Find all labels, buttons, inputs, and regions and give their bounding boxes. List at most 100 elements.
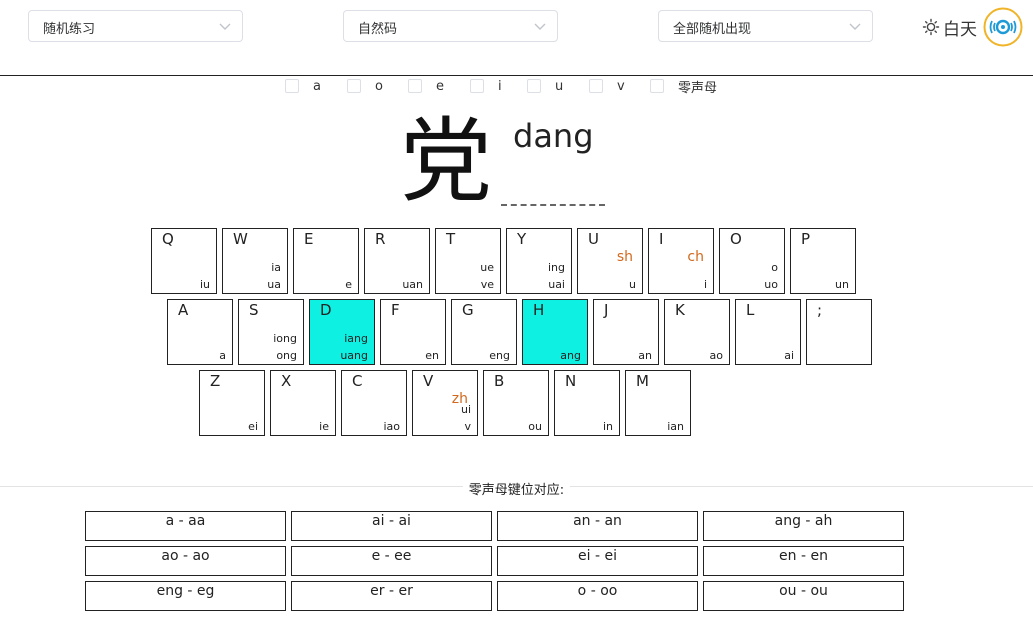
key-g[interactable]: Geng <box>451 299 517 365</box>
filter-zero-initial[interactable]: 零声母 <box>650 78 717 96</box>
key-s[interactable]: Siong ong <box>238 299 304 365</box>
mode-select-value: 随机练习 <box>43 22 96 37</box>
key-semicolon[interactable]: ; <box>806 299 872 365</box>
chevron-down-icon <box>219 23 231 30</box>
key-yun2-label: ou <box>528 420 542 433</box>
key-letter-label: E <box>304 230 314 248</box>
key-k[interactable]: Kao <box>664 299 730 365</box>
key-letter-label: K <box>675 301 685 319</box>
filter-v[interactable]: v <box>589 78 625 94</box>
mode-select[interactable]: 随机练习 <box>28 10 243 42</box>
key-j[interactable]: Jan <box>593 299 659 365</box>
key-yun2-label: uan <box>402 278 423 291</box>
range-select[interactable]: 全部随机出现 <box>658 10 873 42</box>
checkbox[interactable] <box>285 79 299 93</box>
filter-o[interactable]: o <box>347 78 383 94</box>
key-yun2-label: eng <box>489 349 510 362</box>
key-shengmu-label: sh <box>616 249 633 265</box>
key-d[interactable]: Diang uang <box>309 299 375 365</box>
key-letter-label: A <box>178 301 189 319</box>
key-i[interactable]: Ich i <box>648 228 714 294</box>
scheme-select[interactable]: 自然码 <box>343 10 558 42</box>
key-m[interactable]: Mian <box>625 370 691 436</box>
theme-label: 白天 <box>943 19 977 40</box>
key-z[interactable]: Zei <box>199 370 265 436</box>
key-p[interactable]: Pun <box>790 228 856 294</box>
filter-i[interactable]: i <box>470 78 502 94</box>
zero-initial-pair: ang - ah <box>703 511 904 541</box>
key-h[interactable]: Hang <box>522 299 588 365</box>
key-yun2-label: iu <box>199 278 210 291</box>
key-yun2-label: e <box>345 278 352 291</box>
key-letter-label: O <box>730 230 742 248</box>
key-yun1-label: ue <box>480 261 494 274</box>
zero-initial-pair: eng - eg <box>85 581 286 611</box>
key-n[interactable]: Nin <box>554 370 620 436</box>
key-yun2-label: ang <box>560 349 581 362</box>
key-letter-label: G <box>462 301 474 319</box>
key-yun1-label: iang <box>344 332 368 345</box>
key-yun1-label: ing <box>547 261 565 274</box>
key-u[interactable]: Ush u <box>577 228 643 294</box>
key-letter-label: B <box>494 372 505 390</box>
key-letter-label: X <box>281 372 292 390</box>
key-w[interactable]: Wia ua <box>222 228 288 294</box>
answer-input[interactable] <box>501 188 605 206</box>
zero-initial-pair: ei - ei <box>497 546 698 576</box>
key-yun1-label: iong <box>273 332 297 345</box>
filter-e[interactable]: e <box>408 78 444 94</box>
key-letter-label: C <box>352 372 363 390</box>
key-f[interactable]: Fen <box>380 299 446 365</box>
key-letter-label: V <box>423 372 434 390</box>
key-c[interactable]: Ciao <box>341 370 407 436</box>
checkbox[interactable] <box>408 79 422 93</box>
key-letter-label: T <box>446 230 456 248</box>
key-a[interactable]: Aa <box>167 299 233 365</box>
key-yun1-label: o <box>771 261 778 274</box>
key-yun2-label: un <box>835 278 849 291</box>
filter-u[interactable]: u <box>527 78 563 94</box>
key-yun2-label: i <box>703 278 707 291</box>
key-letter-label: S <box>249 301 259 319</box>
key-q[interactable]: Qiu <box>151 228 217 294</box>
key-x[interactable]: Xie <box>270 370 336 436</box>
key-b[interactable]: Bou <box>483 370 549 436</box>
zero-initial-title: 零声母键位对应: <box>462 483 571 498</box>
zero-initial-pair: er - er <box>291 581 492 611</box>
key-yun2-label: iao <box>383 420 400 433</box>
key-yun2-label: uai <box>548 278 565 291</box>
vowel-filter-group: a o e i u v 零声母 <box>0 78 1033 96</box>
zero-initial-pair: o - oo <box>497 581 698 611</box>
key-yun2-label: uang <box>340 349 368 362</box>
key-yun2-label: ie <box>319 420 329 433</box>
key-e[interactable]: Ee <box>293 228 359 294</box>
zero-initial-pair: ou - ou <box>703 581 904 611</box>
theme-toggle[interactable]: 白天 <box>922 15 977 40</box>
header-divider <box>0 75 1033 76</box>
key-letter-label: L <box>746 301 755 319</box>
zero-initial-pair: e - ee <box>291 546 492 576</box>
key-y[interactable]: Ying uai <box>506 228 572 294</box>
checkbox[interactable] <box>470 79 484 93</box>
key-t[interactable]: Tue ve <box>435 228 501 294</box>
key-l[interactable]: Lai <box>735 299 801 365</box>
key-r[interactable]: Ruan <box>364 228 430 294</box>
key-letter-label: U <box>588 230 599 248</box>
scheme-select-value: 自然码 <box>358 22 398 37</box>
checkbox[interactable] <box>650 79 664 93</box>
zero-initial-pair: ai - ai <box>291 511 492 541</box>
key-yun1-label: ia <box>271 261 281 274</box>
key-yun2-label: ai <box>784 349 794 362</box>
key-letter-label: J <box>604 301 609 319</box>
filter-a[interactable]: a <box>285 78 321 94</box>
checkbox[interactable] <box>347 79 361 93</box>
checkbox[interactable] <box>527 79 541 93</box>
checkbox[interactable] <box>589 79 603 93</box>
key-yun2-label: ei <box>248 420 258 433</box>
logo-avatar-icon[interactable] <box>983 7 1023 47</box>
key-v[interactable]: Vzh ui v <box>412 370 478 436</box>
key-shengmu-label: ch <box>687 249 704 265</box>
practice-character: 党 <box>400 108 493 215</box>
key-o[interactable]: Oo uo <box>719 228 785 294</box>
key-letter-label: I <box>659 230 664 248</box>
